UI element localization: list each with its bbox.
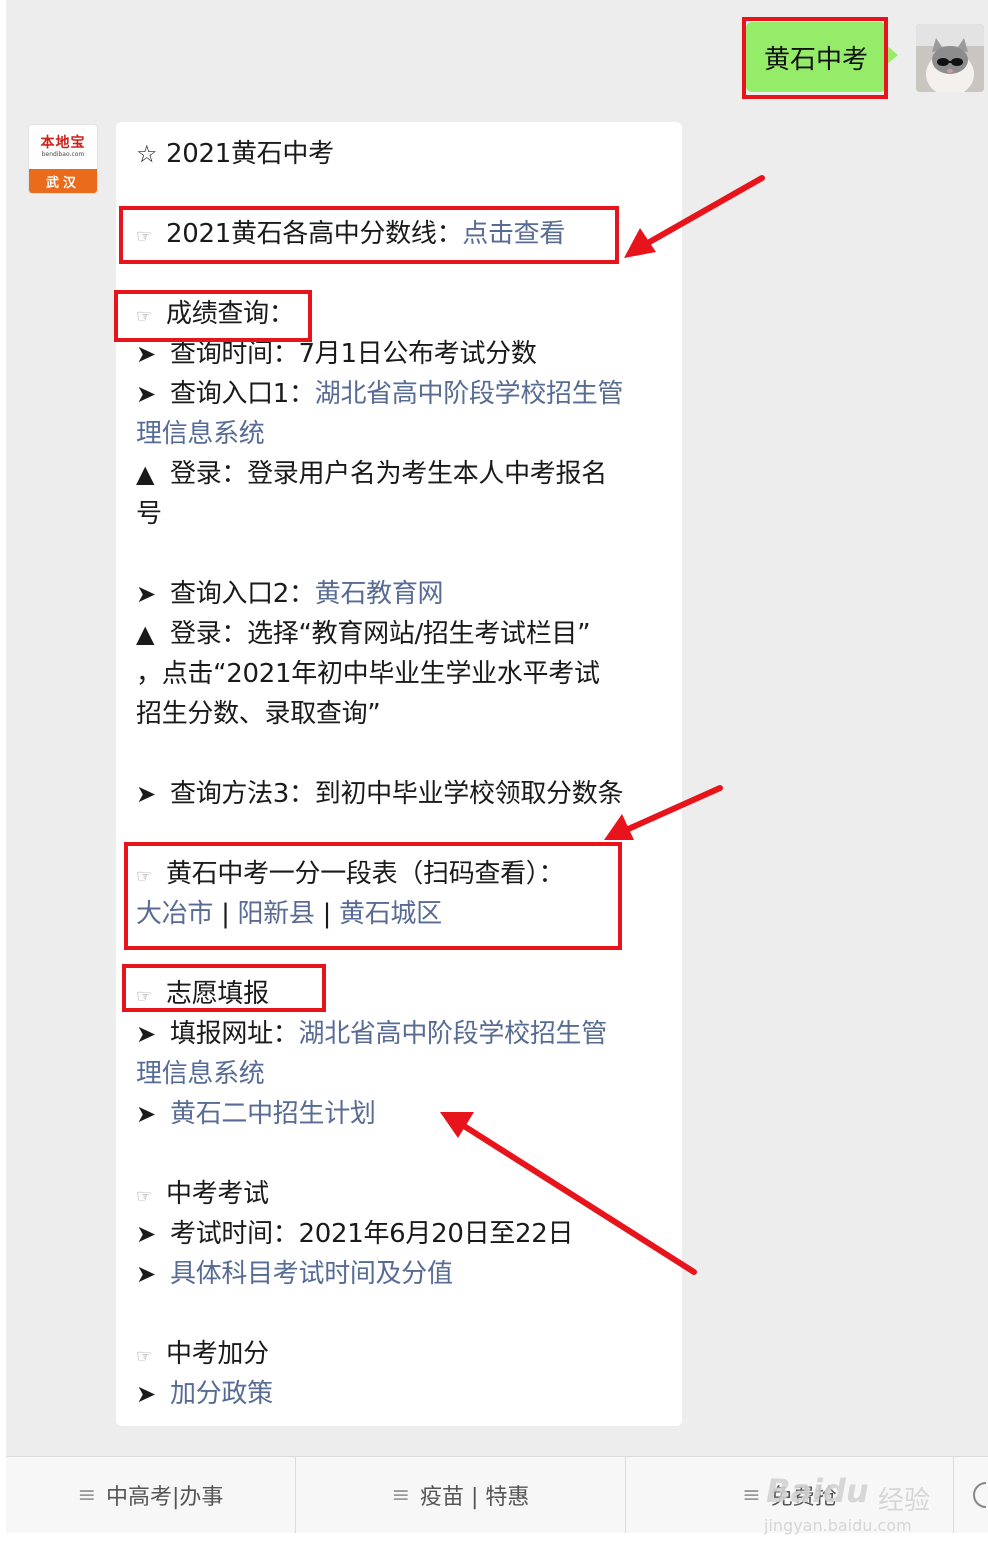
bot-avatar-brand: 本地宝 [40,135,86,151]
method3-row: ➤ 查询方法3：到初中毕业学校领取分数条 [136,774,623,814]
bot-avatar-site: bendibao.com [41,151,85,158]
score-table-links-row: 大冶市 | 阳新县 | 黄石城区 [136,894,442,934]
login2-text-cont: ，点击“2021年初中毕业生学业水平考试 [136,659,600,689]
cat-avatar-icon [916,24,984,92]
message-title: 2021黄石中考 [166,139,334,169]
query-heading-row: ☞ 成绩查询： [136,294,295,334]
star-icon: ☆ [136,140,158,168]
bullet-arrow-icon: ➤ [136,1020,156,1048]
link-separator: | [322,899,332,929]
exam-detail-row: ➤ 具体科目考试时间及分值 [136,1254,453,1294]
fill-heading-row: ☞ 志愿填报 [136,974,269,1014]
bullet-arrow-icon: ➤ [136,1220,156,1248]
login1-text: 登录：登录用户名为考生本人中考报名 [170,459,607,489]
fill-site-link[interactable]: 湖北省高中阶段学校招生管 [299,1019,608,1049]
method3-text: 查询方法3：到初中毕业学校领取分数条 [170,779,624,809]
exam-time-row: ➤ 考试时间：2021年6月20日至22日 [136,1214,573,1254]
query-entry2-row: ➤ 查询入口2：黄石教育网 [136,574,444,614]
bot-avatar-city: 武汉 [29,169,97,193]
query-entry2-link[interactable]: 黄石教育网 [315,579,444,609]
bonus-heading: 中考加分 [166,1339,269,1369]
query-entry2-label: 查询入口2： [170,579,315,609]
bullet-arrow-icon: ➤ [136,1260,156,1288]
keyboard-toggle-icon [973,1482,987,1508]
bullet-arrow-icon: ➤ [136,780,156,808]
bullet-arrow-icon: ➤ [136,1380,156,1408]
outgoing-message-bubble[interactable]: 黄石中考 [746,22,898,92]
menu-item-label: 中高考|办事 [106,1485,224,1510]
plan-row: ➤ 黄石二中招生计划 [136,1094,376,1134]
score-line-link[interactable]: 点击查看 [462,219,565,249]
login2-text-cont2: 招生分数、录取查询” [136,699,381,729]
login2-row-cont: ，点击“2021年初中毕业生学业水平考试 [136,654,600,694]
menu-icon: ≡ [742,1482,761,1508]
bonus-heading-row: ☞ 中考加分 [136,1334,269,1374]
exam-time-text: 考试时间：2021年6月20日至22日 [170,1219,574,1249]
bullet-arrow-icon: ➤ [136,340,156,368]
login2-text: 登录：选择“教育网站/招生考试栏目” [170,619,591,649]
query-time-text: 查询时间：7月1日公布考试分数 [170,339,537,369]
query-entry1-row-cont: 理信息系统 [136,414,265,454]
fill-site-link-cont[interactable]: 理信息系统 [136,1059,265,1089]
hand-point-icon: ☞ [136,226,152,247]
triangle-icon: ▲ [136,460,155,488]
login1-row-cont: 号 [136,494,162,534]
menu-item-exam-service[interactable]: ≡ 中高考|办事 [6,1457,296,1533]
exam-heading: 中考考试 [166,1179,269,1209]
bullet-arrow-icon: ➤ [136,380,156,408]
hand-point-icon: ☞ [136,1186,152,1207]
plan-link[interactable]: 黄石二中招生计划 [170,1099,376,1129]
bottom-menu: ≡ 中高考|办事 ≡ 疫苗 | 特惠 ≡ 免费抢 [6,1456,988,1533]
exam-detail-link[interactable]: 具体科目考试时间及分值 [170,1259,453,1289]
hand-point-icon: ☞ [136,986,152,1007]
keyboard-toggle[interactable] [954,1457,988,1533]
score-line-row: ☞ 2021黄石各高中分数线：点击查看 [136,214,565,254]
score-line-label: 2021黄石各高中分数线： [166,219,463,249]
fill-heading: 志愿填报 [166,979,269,1009]
fill-site-row: ➤ 填报网址：湖北省高中阶段学校招生管 [136,1014,607,1054]
bonus-policy-row: ➤ 加分政策 [136,1374,273,1414]
score-table-heading: 黄石中考一分一段表（扫码查看）： [166,859,565,889]
fill-site-label: 填报网址： [170,1019,299,1049]
bot-avatar[interactable]: 本地宝 bendibao.com 武汉 [28,124,98,194]
link-separator: | [221,899,230,929]
login1-text-cont: 号 [136,499,162,529]
menu-icon: ≡ [391,1482,411,1508]
hand-point-icon: ☞ [136,1346,152,1367]
menu-item-vaccine-deals[interactable]: ≡ 疫苗 | 特惠 [296,1457,626,1533]
fill-site-row-cont: 理信息系统 [136,1054,265,1094]
bullet-arrow-icon: ➤ [136,1100,156,1128]
query-entry1-link[interactable]: 湖北省高中阶段学校招生管 [315,379,624,409]
link-yangxin[interactable]: 阳新县 [238,899,315,929]
link-daye[interactable]: 大冶市 [136,899,213,929]
menu-item-label: 疫苗 | 特惠 [420,1485,530,1510]
hand-point-icon: ☞ [136,866,152,887]
bonus-policy-link[interactable]: 加分政策 [170,1379,273,1409]
query-entry1-row: ➤ 查询入口1：湖北省高中阶段学校招生管 [136,374,623,414]
outgoing-message-text: 黄石中考 [763,44,868,75]
message-title-line: ☆ 2021黄石中考 [136,134,334,174]
score-table-heading-row: ☞ 黄石中考一分一段表（扫码查看）： [136,854,565,894]
query-entry1-label: 查询入口1： [170,379,315,409]
login2-row: ▲ 登录：选择“教育网站/招生考试栏目” [136,614,591,654]
query-time-row: ➤ 查询时间：7月1日公布考试分数 [136,334,537,374]
hand-point-icon: ☞ [136,306,152,327]
menu-icon: ≡ [77,1482,96,1508]
user-avatar[interactable] [916,24,984,92]
query-entry1-link-cont[interactable]: 理信息系统 [136,419,265,449]
login2-row-cont2: 招生分数、录取查询” [136,694,381,734]
query-heading: 成绩查询： [166,299,295,329]
bullet-arrow-icon: ➤ [136,580,156,608]
link-huangshi-city[interactable]: 黄石城区 [339,899,442,929]
exam-heading-row: ☞ 中考考试 [136,1174,269,1214]
menu-item-free[interactable]: ≡ 免费抢 [626,1457,954,1533]
triangle-icon: ▲ [136,620,155,648]
login1-row: ▲ 登录：登录用户名为考生本人中考报名 [136,454,607,494]
menu-item-label: 免费抢 [770,1485,837,1510]
